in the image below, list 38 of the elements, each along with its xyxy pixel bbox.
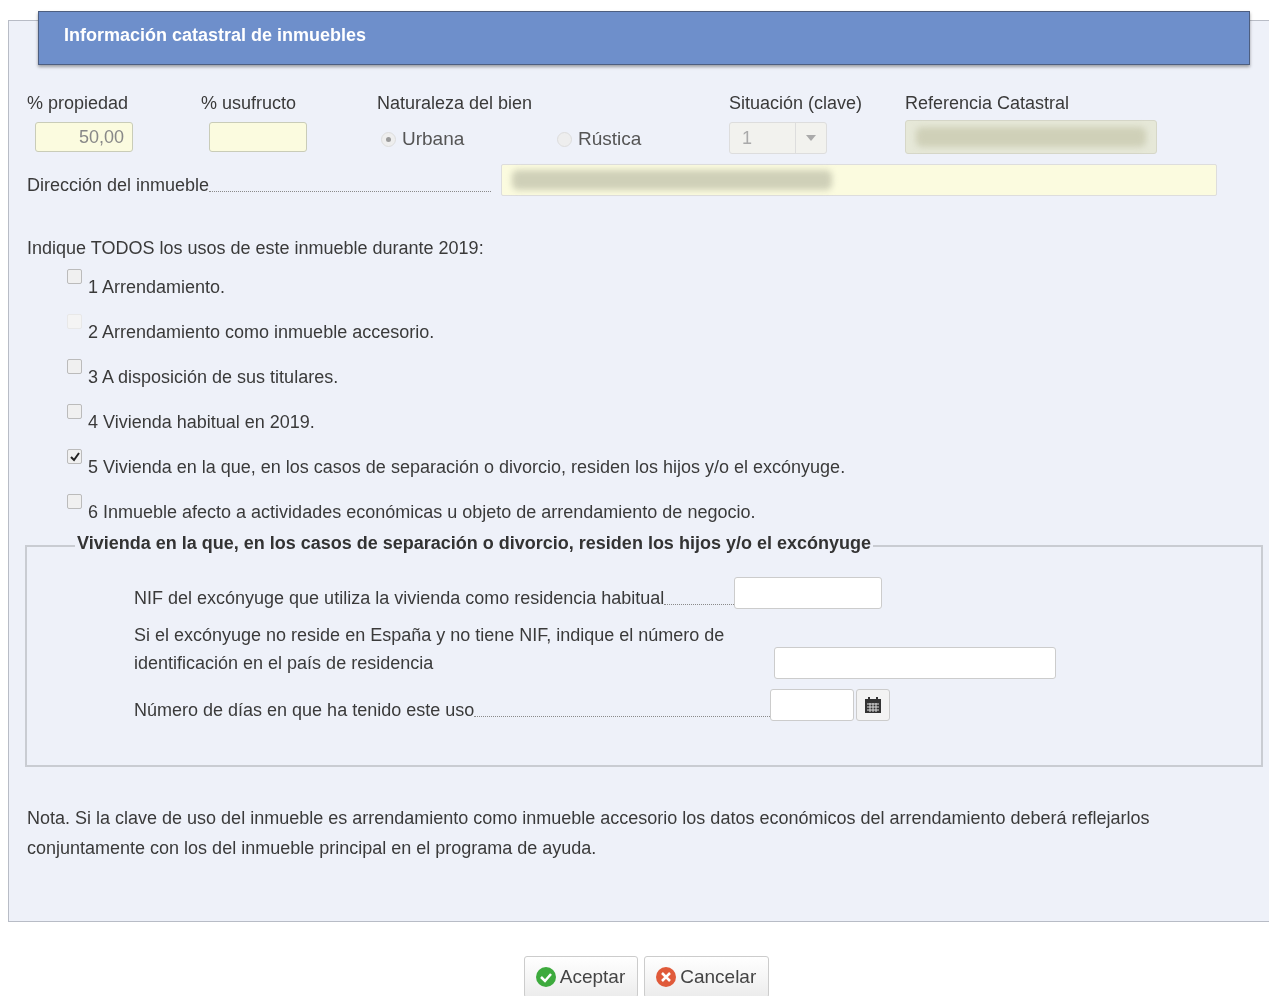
checkbox-label: 2 Arrendamiento como inmueble accesorio.	[88, 322, 435, 343]
identification-field[interactable]	[774, 647, 1056, 679]
checkbox-label: 1 Arrendamiento.	[88, 277, 226, 298]
field-label: Situación (clave)	[729, 93, 864, 114]
calendar-button[interactable]	[856, 689, 891, 721]
checkbox[interactable]	[67, 449, 82, 464]
calendar-icon	[864, 696, 883, 714]
field-label: Naturaleza del bien	[377, 93, 534, 114]
checkbox[interactable]	[67, 359, 82, 374]
checkbox-label: 6 Inmueble afecto a actividades económicas u objeto de arrendamiento de negocio.	[88, 502, 756, 523]
field-label: Número de días en que ha tenido este uso	[134, 700, 475, 721]
field-label: % usufructo	[201, 93, 298, 114]
note-text: Nota. Si la clave de uso del inmueble es arrendamiento como inmueble accesorio los datos económicos del arrendamiento deberá reflejarlos conjuntamente con los del inmueble principal en el programa de ayuda.	[27, 807, 1151, 860]
caret-icon	[806, 135, 816, 141]
propiedad-field[interactable]: 50,00	[35, 122, 133, 152]
fieldset-legend: Vivienda en la que, en los casos de separación o divorcio, residen los hijos y/o el excónyuge	[75, 533, 873, 554]
uses-prompt: Indique TODOS los usos de este inmueble durante 2019:	[27, 238, 485, 259]
check-icon	[534, 966, 557, 988]
close-icon	[655, 966, 678, 988]
usufructo-field[interactable]	[209, 122, 307, 152]
direccion-field[interactable]	[501, 164, 1218, 196]
accept-button[interactable]: Aceptar	[523, 956, 639, 996]
field-label: NIF del excónyuge que utiliza la vivienda como residencia habitual	[134, 588, 665, 609]
checkbox-label: 5 Vivienda en la que, en los casos de separación o divorcio, residen los hijos y/o el excónyuge.	[88, 457, 846, 478]
checkbox-label: 3 A disposición de sus titulares.	[88, 367, 339, 388]
checkbox-label: 4 Vivienda habitual en 2019.	[88, 412, 315, 433]
dialog-title: Información catastral de inmuebles	[38, 11, 1250, 65]
field-label: Referencia Catastral	[905, 93, 1071, 114]
referencia-field[interactable]	[905, 120, 1157, 154]
nif-field[interactable]	[734, 577, 883, 609]
checkbox[interactable]	[67, 494, 82, 509]
field-label: % propiedad	[27, 93, 130, 114]
field-label: Dirección del inmueble	[27, 175, 210, 196]
field-label: Si el excónyuge no reside en España y no tiene NIF, indique el número de identificación en el país de residencia	[134, 624, 726, 675]
days-field[interactable]	[770, 689, 855, 721]
checkbox[interactable]	[67, 269, 82, 284]
cancel-button[interactable]: Cancelar	[644, 956, 770, 996]
checkbox[interactable]	[67, 404, 82, 419]
